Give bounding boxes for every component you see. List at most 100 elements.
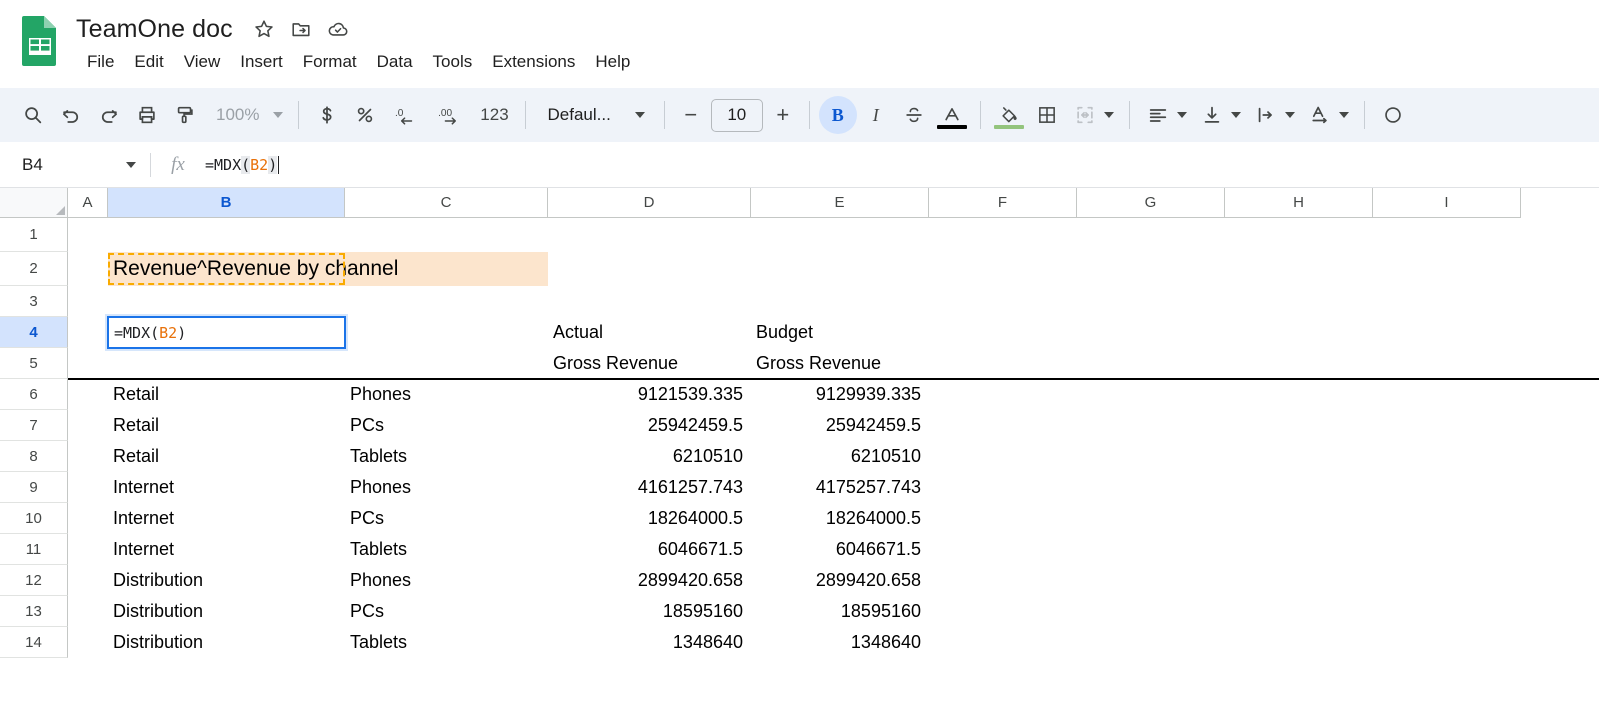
column-header-d[interactable]: D <box>548 188 751 218</box>
fill-color-icon[interactable] <box>990 96 1028 134</box>
chevron-down-icon[interactable] <box>1281 96 1299 134</box>
cell-budget[interactable]: 18595160 <box>751 596 929 627</box>
vertical-align-icon[interactable] <box>1193 96 1231 134</box>
cell-channel[interactable]: Retail <box>108 410 345 441</box>
cell-budget[interactable]: 6210510 <box>751 441 929 472</box>
chevron-down-icon[interactable] <box>1335 96 1353 134</box>
menu-file[interactable]: File <box>77 49 124 75</box>
cell-product[interactable]: Tablets <box>345 441 548 472</box>
cell-actual[interactable]: 1348640 <box>548 627 751 658</box>
decrease-decimal-icon[interactable]: .0 <box>384 96 428 134</box>
row-header-12[interactable]: 12 <box>0 565 68 596</box>
cell-budget[interactable]: 2899420.658 <box>751 565 929 596</box>
menu-insert[interactable]: Insert <box>230 49 293 75</box>
header-measure-budget[interactable]: Budget <box>751 317 929 348</box>
merge-cells-icon[interactable] <box>1066 96 1104 134</box>
bold-button[interactable]: B <box>818 96 857 134</box>
cell-budget[interactable]: 6046671.5 <box>751 534 929 565</box>
column-header-e[interactable]: E <box>751 188 929 218</box>
cell-actual[interactable]: 6210510 <box>548 441 751 472</box>
cell-channel[interactable]: Internet <box>108 472 345 503</box>
cell-product[interactable]: PCs <box>345 596 548 627</box>
active-cell-editor-b4[interactable]: =MDX(B2) <box>107 316 346 349</box>
row-header-8[interactable]: 8 <box>0 441 68 472</box>
column-header-b[interactable]: B <box>108 188 345 218</box>
menu-tools[interactable]: Tools <box>423 49 483 75</box>
sheets-logo-icon[interactable] <box>20 14 60 68</box>
cell-budget[interactable]: 25942459.5 <box>751 410 929 441</box>
menu-help[interactable]: Help <box>585 49 640 75</box>
column-header-i[interactable]: I <box>1373 188 1521 218</box>
row-header-7[interactable]: 7 <box>0 410 68 441</box>
more-options-icon[interactable] <box>1374 96 1412 134</box>
vertical-align-control[interactable] <box>1193 96 1247 134</box>
cell-channel[interactable]: Distribution <box>108 627 345 658</box>
increase-decimal-icon[interactable]: .00 <box>428 96 472 134</box>
header-metric-actual[interactable]: Gross Revenue <box>548 348 751 379</box>
cell-actual[interactable]: 4161257.743 <box>548 472 751 503</box>
font-size-decrease-button[interactable]: − <box>674 98 708 132</box>
column-header-h[interactable]: H <box>1225 188 1373 218</box>
header-measure-actual[interactable]: Actual <box>548 317 751 348</box>
menu-edit[interactable]: Edit <box>124 49 173 75</box>
document-title[interactable]: TeamOne doc <box>76 15 233 44</box>
italic-button[interactable]: I <box>857 96 895 134</box>
chevron-down-icon[interactable] <box>1173 96 1191 134</box>
menu-format[interactable]: Format <box>293 49 367 75</box>
cell-actual[interactable]: 18595160 <box>548 596 751 627</box>
select-all-corner[interactable] <box>0 188 68 218</box>
text-color-icon[interactable] <box>933 96 971 134</box>
header-metric-budget[interactable]: Gross Revenue <box>751 348 929 379</box>
name-box[interactable]: B4 <box>0 155 150 175</box>
menu-extensions[interactable]: Extensions <box>482 49 585 75</box>
cell-actual[interactable]: 18264000.5 <box>548 503 751 534</box>
currency-dollar-icon[interactable] <box>308 96 346 134</box>
menu-view[interactable]: View <box>174 49 231 75</box>
formula-input[interactable]: =MDX(B2) <box>205 155 1599 174</box>
horizontal-align-control[interactable] <box>1139 96 1193 134</box>
chevron-down-icon[interactable] <box>1100 96 1118 134</box>
column-header-a[interactable]: A <box>68 188 108 218</box>
cell-product[interactable]: Phones <box>345 379 548 410</box>
cell-area[interactable]: Revenue^Revenue by channel Actual Budget Gr… <box>68 218 1599 681</box>
paint-format-icon[interactable] <box>166 96 204 134</box>
number-format-button[interactable]: 123 <box>472 96 516 134</box>
cell-channel[interactable]: Distribution <box>108 596 345 627</box>
row-header-6[interactable]: 6 <box>0 379 68 410</box>
cell-actual[interactable]: 2899420.658 <box>548 565 751 596</box>
cell-channel[interactable]: Internet <box>108 534 345 565</box>
text-wrap-control[interactable] <box>1247 96 1301 134</box>
font-family-select[interactable]: Defaul... <box>535 98 654 132</box>
column-header-f[interactable]: F <box>929 188 1077 218</box>
percent-icon[interactable] <box>346 96 384 134</box>
undo-icon[interactable] <box>52 96 90 134</box>
strikethrough-icon[interactable] <box>895 96 933 134</box>
cell-channel[interactable]: Internet <box>108 503 345 534</box>
borders-icon[interactable] <box>1028 96 1066 134</box>
title-cell-b2[interactable]: Revenue^Revenue by channel <box>108 252 548 286</box>
cloud-saved-icon[interactable] <box>327 18 349 40</box>
cell-channel[interactable]: Retail <box>108 441 345 472</box>
cell-product[interactable]: PCs <box>345 410 548 441</box>
merge-cells-control[interactable] <box>1066 96 1120 134</box>
move-to-folder-icon[interactable] <box>290 18 312 40</box>
row-header-2[interactable]: 2 <box>0 252 68 286</box>
row-header-13[interactable]: 13 <box>0 596 68 627</box>
row-header-14[interactable]: 14 <box>0 627 68 658</box>
column-header-g[interactable]: G <box>1077 188 1225 218</box>
row-header-5[interactable]: 5 <box>0 348 68 379</box>
star-icon[interactable] <box>253 18 275 40</box>
column-header-c[interactable]: C <box>345 188 548 218</box>
text-rotation-control[interactable] <box>1301 96 1355 134</box>
cell-product[interactable]: Tablets <box>345 627 548 658</box>
horizontal-align-icon[interactable] <box>1139 96 1177 134</box>
cell-channel[interactable]: Retail <box>108 379 345 410</box>
cell-product[interactable]: Tablets <box>345 534 548 565</box>
cell-actual[interactable]: 6046671.5 <box>548 534 751 565</box>
row-header-1[interactable]: 1 <box>0 218 68 252</box>
cell-product[interactable]: Phones <box>345 472 548 503</box>
font-size-increase-button[interactable]: + <box>766 98 800 132</box>
cell-product[interactable]: PCs <box>345 503 548 534</box>
cell-product[interactable]: Phones <box>345 565 548 596</box>
row-header-9[interactable]: 9 <box>0 472 68 503</box>
